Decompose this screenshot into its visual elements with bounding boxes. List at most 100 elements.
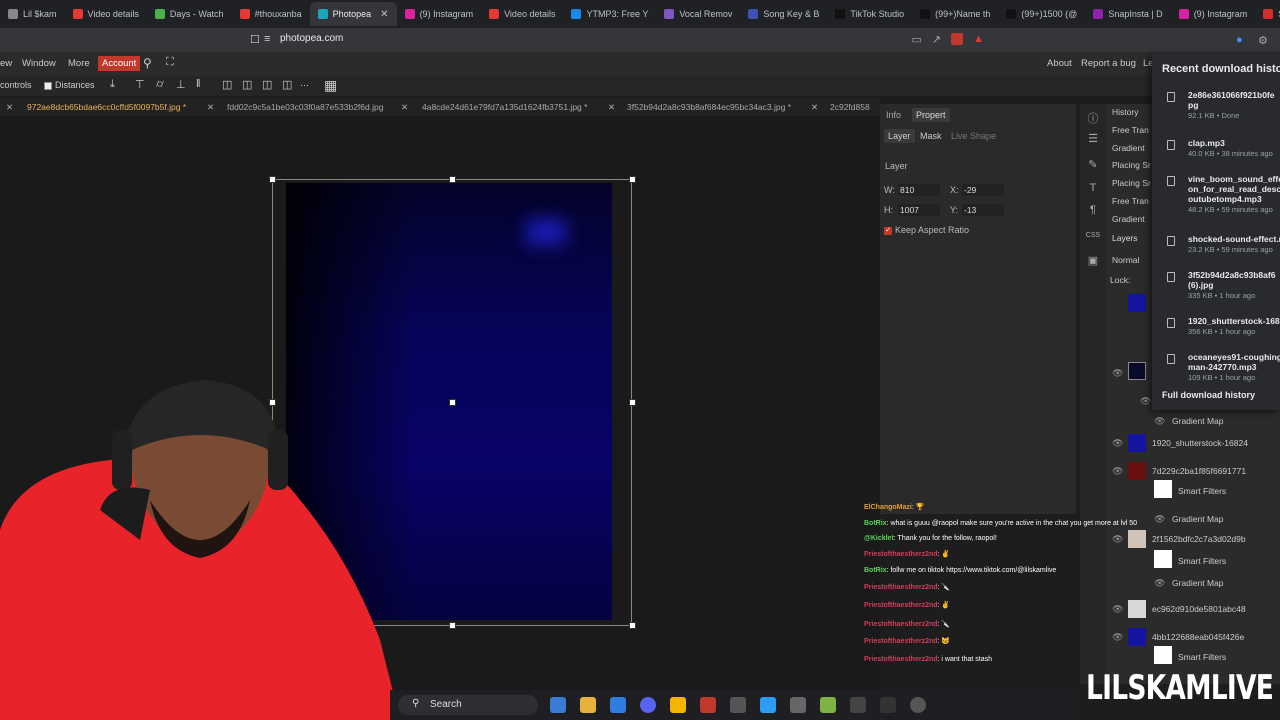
layer-effect-item[interactable]: Gradient Map <box>1172 416 1224 426</box>
layer-item[interactable]: ec962d910de5801abc48 <box>1152 604 1246 614</box>
browser-icon[interactable] <box>700 697 716 713</box>
app-icon[interactable] <box>910 697 926 713</box>
menu-view[interactable]: ew <box>0 58 12 69</box>
app-icon[interactable] <box>850 697 866 713</box>
menu-about[interactable]: About <box>1047 58 1072 69</box>
close-icon[interactable]: ✕ <box>6 102 13 113</box>
text-icon[interactable]: T <box>1085 182 1101 196</box>
layer-thumbnail[interactable] <box>1128 462 1146 480</box>
install-app-icon[interactable]: ▭ <box>911 33 921 48</box>
tab-history[interactable]: History <box>1112 107 1138 117</box>
full-download-history-link[interactable]: Full download history <box>1162 390 1255 400</box>
align-bottom-icon[interactable]: ⊥ <box>176 78 186 91</box>
layer-thumbnail[interactable] <box>1128 434 1146 452</box>
close-icon[interactable]: ✕ <box>608 102 615 113</box>
brush-icon[interactable]: ✎ <box>1085 158 1101 172</box>
eye-icon[interactable]: 👁 <box>1140 396 1151 407</box>
layer-thumbnail[interactable] <box>1128 530 1146 548</box>
filter-mask-thumbnail[interactable] <box>1154 646 1172 664</box>
distances-checkbox[interactable]: Distances <box>44 80 95 90</box>
align-left-icon[interactable]: ◫ <box>222 78 232 91</box>
search-icon[interactable]: ⚲ <box>143 56 152 70</box>
browser-tab[interactable]: (99+)1500 (@ <box>998 2 1085 26</box>
history-item[interactable]: Free Tran <box>1112 196 1149 206</box>
filter-mask-thumbnail[interactable] <box>1154 480 1172 498</box>
tab-properties[interactable]: Propert <box>912 108 950 122</box>
height-field[interactable]: 1007 <box>898 204 940 216</box>
paragraph-icon[interactable]: ¶ <box>1085 204 1101 218</box>
browser-tab[interactable]: Photopea ✕ <box>309 2 397 26</box>
eye-icon[interactable]: 👁 <box>1112 466 1123 477</box>
blend-mode-select[interactable]: Normal <box>1112 255 1139 265</box>
layer-effect-item[interactable]: Smart Filters <box>1178 486 1226 496</box>
css-icon[interactable]: CSS <box>1085 232 1101 246</box>
eye-icon[interactable]: 👁 <box>1154 416 1165 427</box>
layer-item[interactable]: 2f1562bdfc2c7a3d02d9b <box>1152 534 1246 544</box>
app-icon[interactable] <box>670 697 686 713</box>
file-explorer-icon[interactable] <box>580 697 596 713</box>
tab-info[interactable]: Info <box>886 110 901 120</box>
share-icon[interactable]: ↗ <box>932 33 941 48</box>
browser-tab[interactable]: Vocal Remov <box>656 2 740 26</box>
browser-tab[interactable]: Lil $kam <box>0 2 65 26</box>
copilot-icon[interactable] <box>550 697 566 713</box>
distribute-h-icon[interactable]: ◫ <box>282 78 292 91</box>
transform-handle[interactable] <box>269 176 276 183</box>
x-field[interactable]: -29 <box>962 184 1004 196</box>
subtab-mask[interactable]: Mask <box>920 131 942 141</box>
layer-effect-item[interactable]: Smart Filters <box>1178 652 1226 662</box>
subtab-layer[interactable]: Layer <box>884 129 915 143</box>
transform-handle[interactable] <box>449 399 456 406</box>
app-icon[interactable] <box>790 697 806 713</box>
fullscreen-icon[interactable]: ⛶ <box>166 56 174 69</box>
browser-tab[interactable]: #thouxanba <box>232 2 310 26</box>
doc-tab[interactable]: fdd02c9c5a1be03c03f0a87e533b2f6d.jpg <box>227 102 383 112</box>
tab-layers[interactable]: Layers <box>1112 233 1138 243</box>
account-button[interactable]: Account <box>98 56 141 71</box>
transform-handle[interactable] <box>629 622 636 629</box>
layer-item[interactable]: 7d229c2ba1f85f6691771 <box>1152 466 1246 476</box>
eye-icon[interactable]: 👁 <box>1112 438 1123 449</box>
menu-window[interactable]: Window <box>22 58 56 69</box>
profile-icon[interactable]: ● <box>1236 34 1243 46</box>
layer-effect-item[interactable]: Gradient Map <box>1172 514 1224 524</box>
url-field[interactable]: photopea.com <box>280 33 343 44</box>
layer-item[interactable]: 1920_shutterstock-16824 <box>1152 438 1248 448</box>
transform-handle[interactable] <box>629 399 636 406</box>
align-middle-icon[interactable]: ⌭ <box>156 78 164 91</box>
keep-aspect-checkbox[interactable]: ✓ Keep Aspect Ratio <box>884 225 969 235</box>
close-icon[interactable]: ✕ <box>811 102 818 113</box>
app-icon[interactable] <box>730 697 746 713</box>
alert-icon[interactable]: ▲ <box>973 33 984 48</box>
sliders-icon[interactable]: ☰ <box>1085 132 1101 146</box>
filter-mask-thumbnail[interactable] <box>1154 550 1172 568</box>
settings-icon[interactable]: ⚙ <box>1258 34 1268 47</box>
eye-icon[interactable]: 👁 <box>1112 604 1123 615</box>
browser-tab[interactable]: TikTok Studio <box>827 2 912 26</box>
eye-icon[interactable]: 👁 <box>1154 514 1165 525</box>
doc-tab[interactable]: 4a8cde24d61e79fd7a135d1624fb3751.jpg * <box>422 102 587 112</box>
browser-tab[interactable]: (9) Instagram <box>397 2 482 26</box>
layer-thumbnail[interactable] <box>1128 362 1146 380</box>
browser-tab[interactable]: Song Key & B <box>740 2 827 26</box>
grid-icon[interactable]: ▦ <box>324 77 337 94</box>
doc-tab[interactable]: 2c92fd858 <box>830 102 870 112</box>
transform-handle[interactable] <box>449 622 456 629</box>
eye-icon[interactable]: 👁 <box>1112 632 1123 643</box>
info-icon[interactable]: ⓘ <box>1085 110 1101 125</box>
transform-handle[interactable] <box>449 176 456 183</box>
layer-effect-item[interactable]: Gradient Map <box>1172 578 1224 588</box>
history-item[interactable]: Gradient <box>1112 214 1145 224</box>
doc-tab[interactable]: 3f52b94d2a8c93b8af684ec95bc34ac3.jpg * <box>627 102 791 112</box>
download-icon[interactable]: ⤓ <box>110 78 115 91</box>
layer-item[interactable]: 4bb122688eab045f426e <box>1152 632 1244 642</box>
app-icon[interactable] <box>760 697 776 713</box>
align-center-icon[interactable]: ◫ <box>242 78 252 91</box>
subtab-live-shape[interactable]: Live Shape <box>951 131 996 141</box>
layer-thumbnail[interactable] <box>1128 628 1146 646</box>
transform-handle[interactable] <box>629 176 636 183</box>
y-field[interactable]: -13 <box>962 204 1004 216</box>
align-right-icon[interactable]: ◫ <box>262 78 272 91</box>
browser-tab[interactable]: SnapInsta | D <box>1085 2 1170 26</box>
more-options-icon[interactable]: ⋯ <box>300 80 309 91</box>
